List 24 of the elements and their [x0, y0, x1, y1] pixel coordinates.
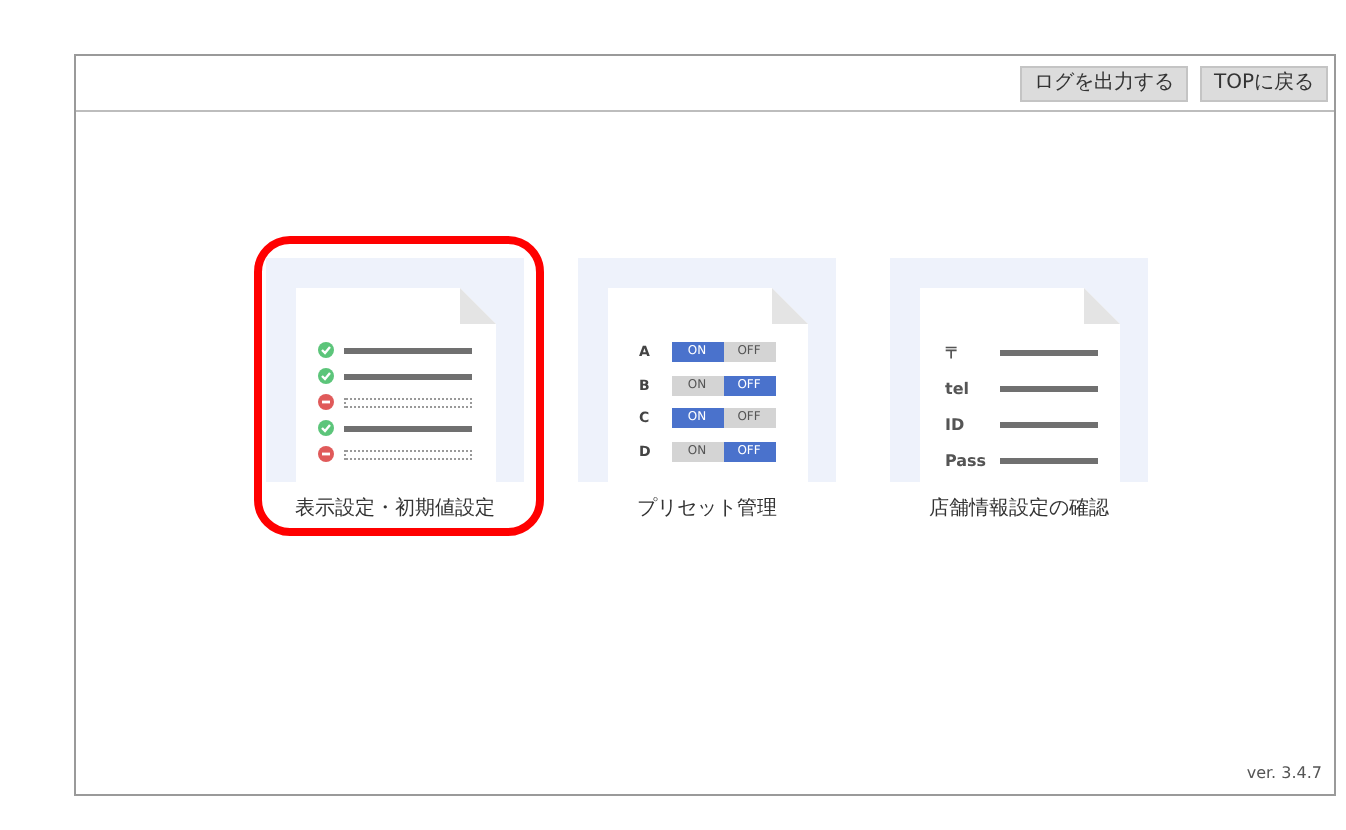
menu-card[interactable]: 表示設定・初期値設定	[266, 258, 524, 524]
header-button[interactable]: ログを出力する	[1019, 65, 1188, 101]
version-text: ver. 3.4.7	[1246, 762, 1322, 786]
line-bar	[999, 386, 1097, 392]
empty-field-bar	[343, 449, 471, 459]
empty-field-bar	[343, 397, 471, 407]
line-bar	[343, 373, 471, 379]
field-label: Pass	[945, 449, 989, 473]
folded-corner-icon	[771, 288, 807, 324]
card-label: 表示設定・初期値設定	[295, 495, 495, 524]
header-button[interactable]: TOPに戻る	[1199, 65, 1328, 101]
line-bar	[999, 422, 1097, 428]
line-bar	[343, 425, 471, 431]
card-label: 店舗情報設定の確認	[929, 495, 1109, 524]
folded-corner-icon	[1083, 288, 1119, 324]
line-bar	[999, 458, 1097, 464]
line-bar	[343, 347, 471, 353]
card-label: プリセット管理	[637, 495, 777, 524]
field-label: tel	[945, 377, 971, 401]
line-bar	[999, 350, 1097, 356]
menu-card[interactable]: 〒 tel ID Pass 店舗情報設定の確認	[890, 258, 1148, 524]
field-label: 〒	[945, 341, 963, 365]
folded-corner-icon	[459, 288, 495, 324]
field-label: ID	[945, 413, 967, 437]
